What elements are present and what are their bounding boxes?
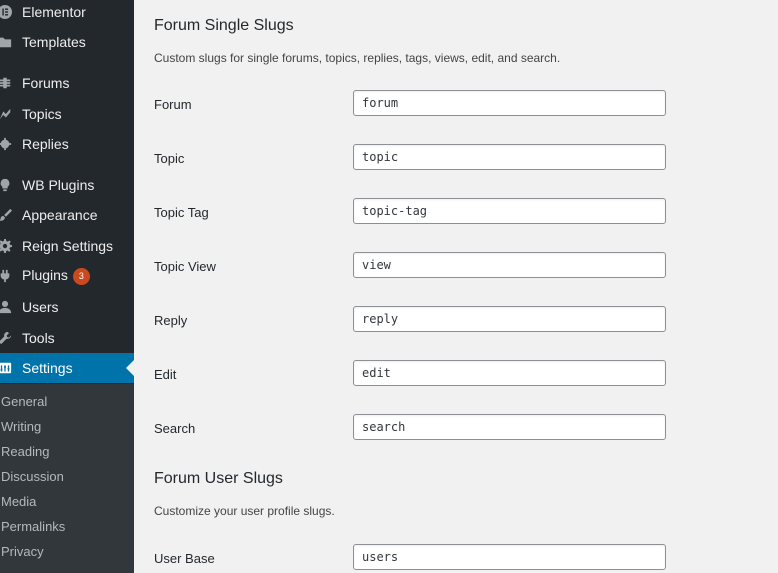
menu-item-label: Templates: [22, 34, 86, 50]
paintbrush-icon: [0, 207, 13, 223]
edit-slug-input[interactable]: [353, 360, 666, 386]
menu-item-label: Topics: [22, 106, 62, 122]
user-base-slug-input[interactable]: [353, 544, 666, 570]
field-label-search: Search: [154, 421, 196, 436]
menu-item-plugins[interactable]: Plugins 3: [0, 261, 134, 291]
topics-icon: [0, 106, 13, 122]
elementor-icon: [0, 4, 13, 20]
submenu-media[interactable]: Media: [1, 494, 36, 509]
settings-content: Forum Single Slugs Custom slugs for sing…: [134, 0, 778, 573]
menu-item-label: Forums: [22, 75, 70, 91]
menu-item-label: Settings: [22, 360, 73, 376]
menu-item-label: Users: [22, 299, 59, 315]
field-label-topic-tag: Topic Tag: [154, 205, 209, 220]
submenu-writing[interactable]: Writing: [1, 419, 41, 434]
submenu-reading[interactable]: Reading: [1, 444, 49, 459]
menu-item-reign-settings[interactable]: Reign Settings: [0, 231, 134, 261]
replies-icon: [0, 136, 13, 152]
menu-item-templates[interactable]: Templates: [0, 27, 134, 57]
menu-item-topics[interactable]: Topics: [0, 99, 134, 129]
menu-item-label: Reign Settings: [22, 238, 114, 254]
gear-icon: [0, 238, 13, 254]
plug-icon: [0, 268, 13, 284]
reply-slug-input[interactable]: [353, 306, 666, 332]
menu-item-tools[interactable]: Tools: [0, 323, 134, 353]
menu-item-replies[interactable]: Replies: [0, 129, 134, 159]
settings-submenu: General Writing Reading Discussion Media…: [0, 384, 134, 573]
submenu-discussion[interactable]: Discussion: [1, 469, 64, 484]
section-title-user-slugs: Forum User Slugs: [154, 470, 283, 487]
submenu-permalinks[interactable]: Permalinks: [1, 519, 65, 534]
forums-icon: [0, 75, 13, 91]
menu-item-label: Elementor: [22, 4, 86, 20]
menu-item-forums[interactable]: Forums: [0, 68, 134, 98]
menu-item-label: Appearance: [22, 207, 98, 223]
topic-tag-slug-input[interactable]: [353, 198, 666, 224]
menu-item-label: WB Plugins: [22, 177, 95, 193]
field-label-edit: Edit: [154, 367, 177, 382]
section-title-single-slugs: Forum Single Slugs: [154, 17, 294, 34]
search-slug-input[interactable]: [353, 414, 666, 440]
field-label-user-base: User Base: [154, 551, 215, 566]
field-label-forum: Forum: [154, 97, 192, 112]
menu-item-appearance[interactable]: Appearance: [0, 200, 134, 230]
submenu-privacy[interactable]: Privacy: [1, 544, 44, 559]
lightbulb-icon: [0, 177, 13, 193]
folder-icon: [0, 34, 13, 50]
topic-view-slug-input[interactable]: [353, 252, 666, 278]
topic-slug-input[interactable]: [353, 144, 666, 170]
field-label-topic-view: Topic View: [154, 259, 216, 274]
section-description: Custom slugs for single forums, topics, …: [154, 51, 561, 65]
wrench-icon: [0, 330, 13, 346]
field-label-reply: Reply: [154, 313, 188, 328]
menu-item-settings[interactable]: Settings: [0, 353, 134, 383]
settings-icon: [0, 360, 13, 376]
menu-item-users[interactable]: Users: [0, 292, 134, 322]
forum-slug-input[interactable]: [353, 90, 666, 116]
admin-sidebar: Elementor Templates Forums Topics Replie…: [0, 0, 134, 573]
submenu-general[interactable]: General: [1, 394, 47, 409]
users-icon: [0, 299, 13, 315]
field-label-topic: Topic: [154, 151, 185, 166]
menu-item-label: Replies: [22, 136, 69, 152]
menu-item-elementor[interactable]: Elementor: [0, 0, 134, 27]
menu-item-label: Tools: [22, 330, 55, 346]
update-count-badge: 3: [72, 267, 90, 285]
section-description: Customize your user profile slugs.: [154, 504, 335, 518]
menu-item-wb-plugins[interactable]: WB Plugins: [0, 170, 134, 200]
menu-item-label: Plugins 3: [22, 267, 90, 285]
